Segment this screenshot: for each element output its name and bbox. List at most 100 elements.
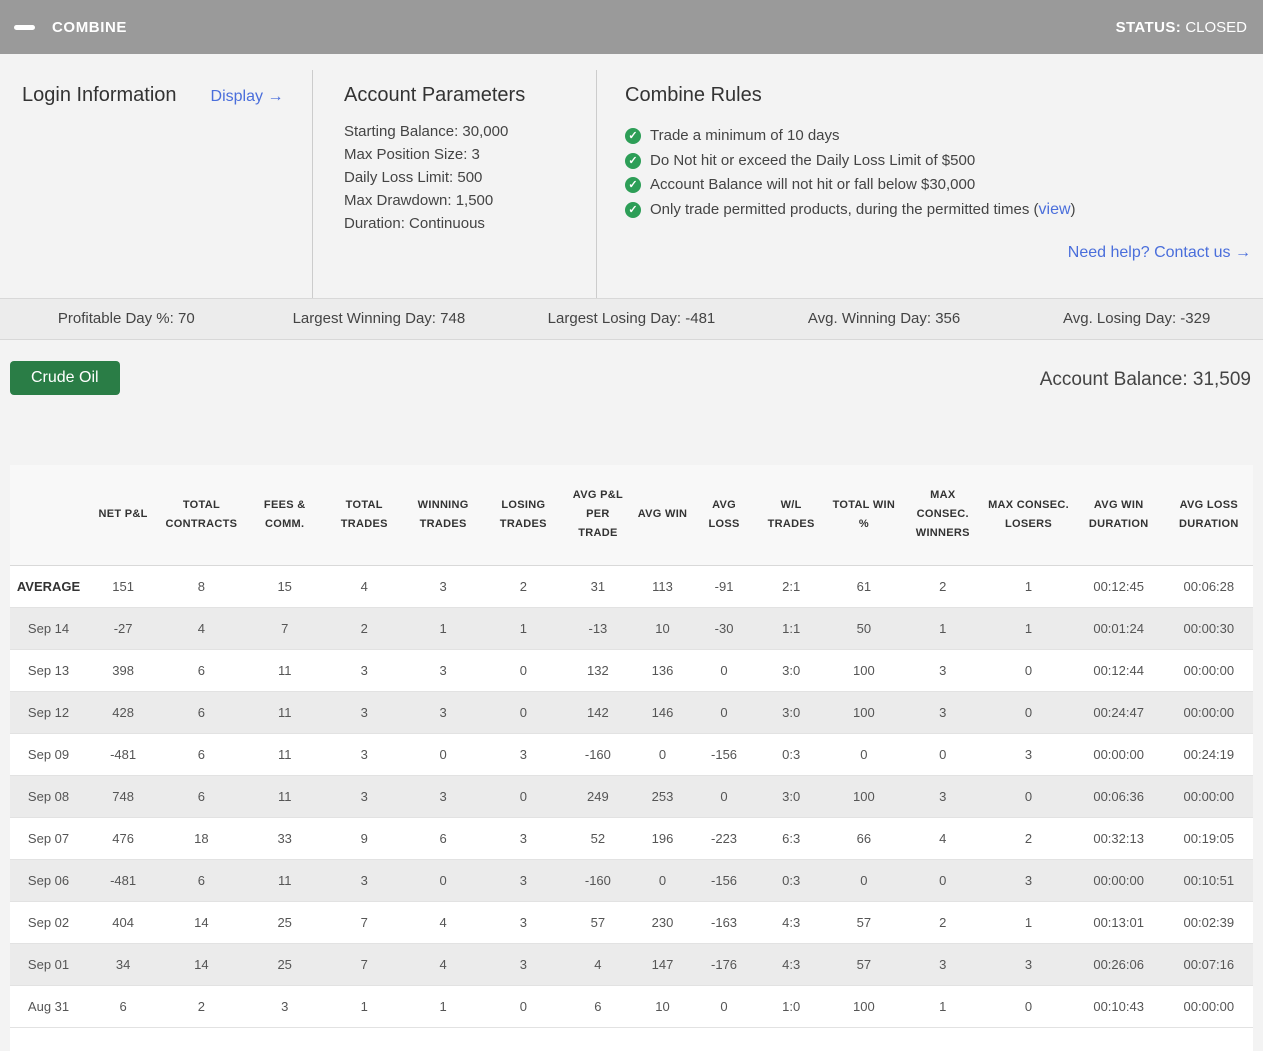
cell: 2 (984, 817, 1072, 859)
stat-largest-losing-day: Largest Losing Day: -481 (505, 299, 758, 339)
table-header: NET P&LTOTAL CONTRACTSFEES & COMM.TOTAL … (10, 465, 1253, 565)
stat-profitable-day-pct: Profitable Day %: 70 (0, 299, 253, 339)
cell: 100 (827, 691, 902, 733)
account-parameters-heading: Account Parameters (344, 84, 596, 107)
view-permitted-products-link[interactable]: view (1039, 201, 1071, 218)
daily-stats-table-container: NET P&LTOTAL CONTRACTSFEES & COMM.TOTAL … (10, 465, 1253, 1051)
crude-oil-market-button[interactable]: Crude Oil (10, 361, 120, 395)
cell: 3 (403, 649, 484, 691)
combine-header-bar: COMBINE STATUS: CLOSED (0, 0, 1263, 54)
cell: 1 (484, 607, 564, 649)
collapse-icon[interactable] (14, 25, 35, 30)
cell: 57 (563, 901, 633, 943)
rule-text: Only trade permitted products, during th… (650, 198, 1076, 223)
cell: 100 (827, 775, 902, 817)
row-label: Sep 02 (10, 901, 87, 943)
status-badge: STATUS: CLOSED (1116, 19, 1247, 36)
cell: 00:24:47 (1073, 691, 1165, 733)
cell: 25 (244, 901, 326, 943)
cell: 61 (827, 565, 902, 607)
rule-text-prefix: Only trade permitted products, during th… (650, 201, 1039, 218)
cell: 0:3 (756, 859, 827, 901)
stat-avg-losing-day: Avg. Losing Day: -329 (1010, 299, 1263, 339)
cell: 0 (633, 859, 693, 901)
rule-item: ✓ Account Balance will not hit or fall b… (625, 173, 1251, 198)
cell: 398 (87, 649, 159, 691)
cell: 00:32:13 (1073, 817, 1165, 859)
column-header: MAX CONSEC. LOSERS (984, 465, 1072, 565)
combine-title: COMBINE (52, 19, 127, 36)
cell: 00:00:00 (1165, 775, 1253, 817)
cell: 11 (244, 733, 326, 775)
cell: 4 (159, 607, 244, 649)
cell: 3 (326, 859, 403, 901)
cell: 0:3 (756, 733, 827, 775)
cell: 6:3 (756, 817, 827, 859)
row-label: Sep 01 (10, 943, 87, 985)
login-information-section: Login Information Display → (0, 70, 313, 298)
cell: 3 (403, 565, 484, 607)
contact-us-link[interactable]: Need help? Contact us → (1068, 244, 1251, 261)
cell: 4 (403, 943, 484, 985)
cell: 0 (984, 775, 1072, 817)
cell: 00:10:51 (1165, 859, 1253, 901)
display-login-link[interactable]: Display → (211, 88, 284, 106)
status-value: CLOSED (1185, 19, 1247, 36)
cell: 0 (692, 985, 755, 1027)
account-parameters-section: Account Parameters Starting Balance: 30,… (313, 70, 597, 298)
cell: 3 (326, 733, 403, 775)
cell: 11 (244, 775, 326, 817)
cell: 404 (87, 901, 159, 943)
cell: 4 (326, 565, 403, 607)
cell: 6 (159, 775, 244, 817)
column-header: AVG P&L PER TRADE (563, 465, 633, 565)
cell: 9 (326, 817, 403, 859)
cell: 11 (244, 649, 326, 691)
cell: 0 (633, 733, 693, 775)
table-row: AVERAGE15181543231113-912:1612100:12:450… (10, 565, 1253, 607)
cell: 1 (403, 985, 484, 1027)
cell: -163 (692, 901, 755, 943)
table-body: AVERAGE15181543231113-912:1612100:12:450… (10, 565, 1253, 1027)
cell: 0 (692, 691, 755, 733)
column-header: LOSING TRADES (484, 465, 564, 565)
cell: 136 (633, 649, 693, 691)
cell: 196 (633, 817, 693, 859)
cell: 1 (984, 607, 1072, 649)
cell: 0 (984, 691, 1072, 733)
param-duration: Duration: Continuous (344, 212, 596, 235)
cell: 3 (984, 733, 1072, 775)
cell: 253 (633, 775, 693, 817)
cell: 3:0 (756, 649, 827, 691)
cell: 00:26:06 (1073, 943, 1165, 985)
cell: 4 (563, 943, 633, 985)
cell: 00:01:24 (1073, 607, 1165, 649)
cell: 1 (403, 607, 484, 649)
cell: 0 (692, 649, 755, 691)
rule-item: ✓ Do Not hit or exceed the Daily Loss Li… (625, 149, 1251, 174)
row-label: Sep 06 (10, 859, 87, 901)
cell: 66 (827, 817, 902, 859)
stat-avg-winning-day: Avg. Winning Day: 356 (758, 299, 1011, 339)
cell: 1 (984, 565, 1072, 607)
row-label: Sep 07 (10, 817, 87, 859)
row-label: Sep 13 (10, 649, 87, 691)
cell: 3:0 (756, 775, 827, 817)
combine-rules-heading: Combine Rules (625, 84, 1251, 107)
cell: 14 (159, 943, 244, 985)
row-label: Sep 09 (10, 733, 87, 775)
cell: 4:3 (756, 901, 827, 943)
cell: 00:06:36 (1073, 775, 1165, 817)
cell: 18 (159, 817, 244, 859)
cell: 3 (326, 691, 403, 733)
table-row: Sep 09-481611303-1600-1560:300300:00:000… (10, 733, 1253, 775)
cell: 3 (484, 943, 564, 985)
cell: 52 (563, 817, 633, 859)
cell: 25 (244, 943, 326, 985)
check-icon: ✓ (625, 128, 641, 144)
cell: 113 (633, 565, 693, 607)
table-row: Sep 1339861133013213603:01003000:12:4400… (10, 649, 1253, 691)
cell: 15 (244, 565, 326, 607)
cell: 0 (901, 859, 984, 901)
column-header: TOTAL TRADES (326, 465, 403, 565)
